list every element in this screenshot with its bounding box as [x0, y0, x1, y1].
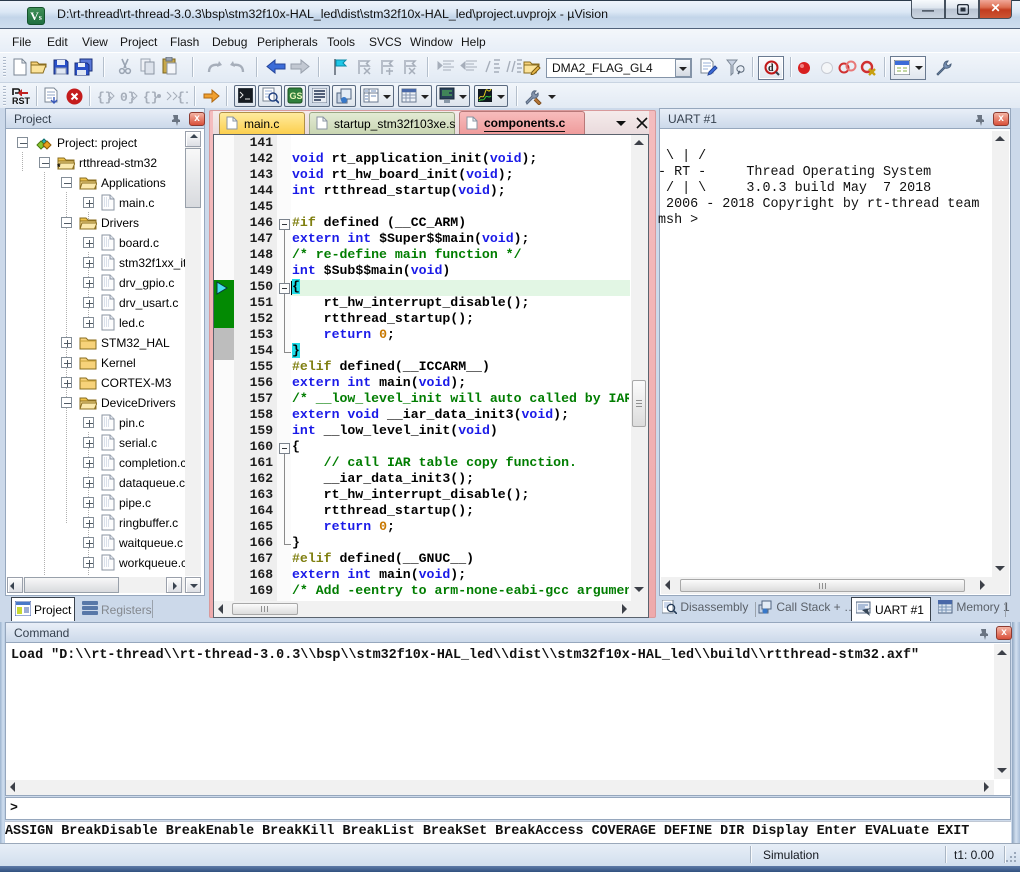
- svg-text:*: *: [57, 162, 61, 170]
- svg-text:{}: {}: [143, 90, 159, 105]
- svg-text:{}: {}: [177, 90, 188, 105]
- svg-text:d: d: [768, 63, 774, 74]
- svg-text:GS: GS: [290, 91, 303, 101]
